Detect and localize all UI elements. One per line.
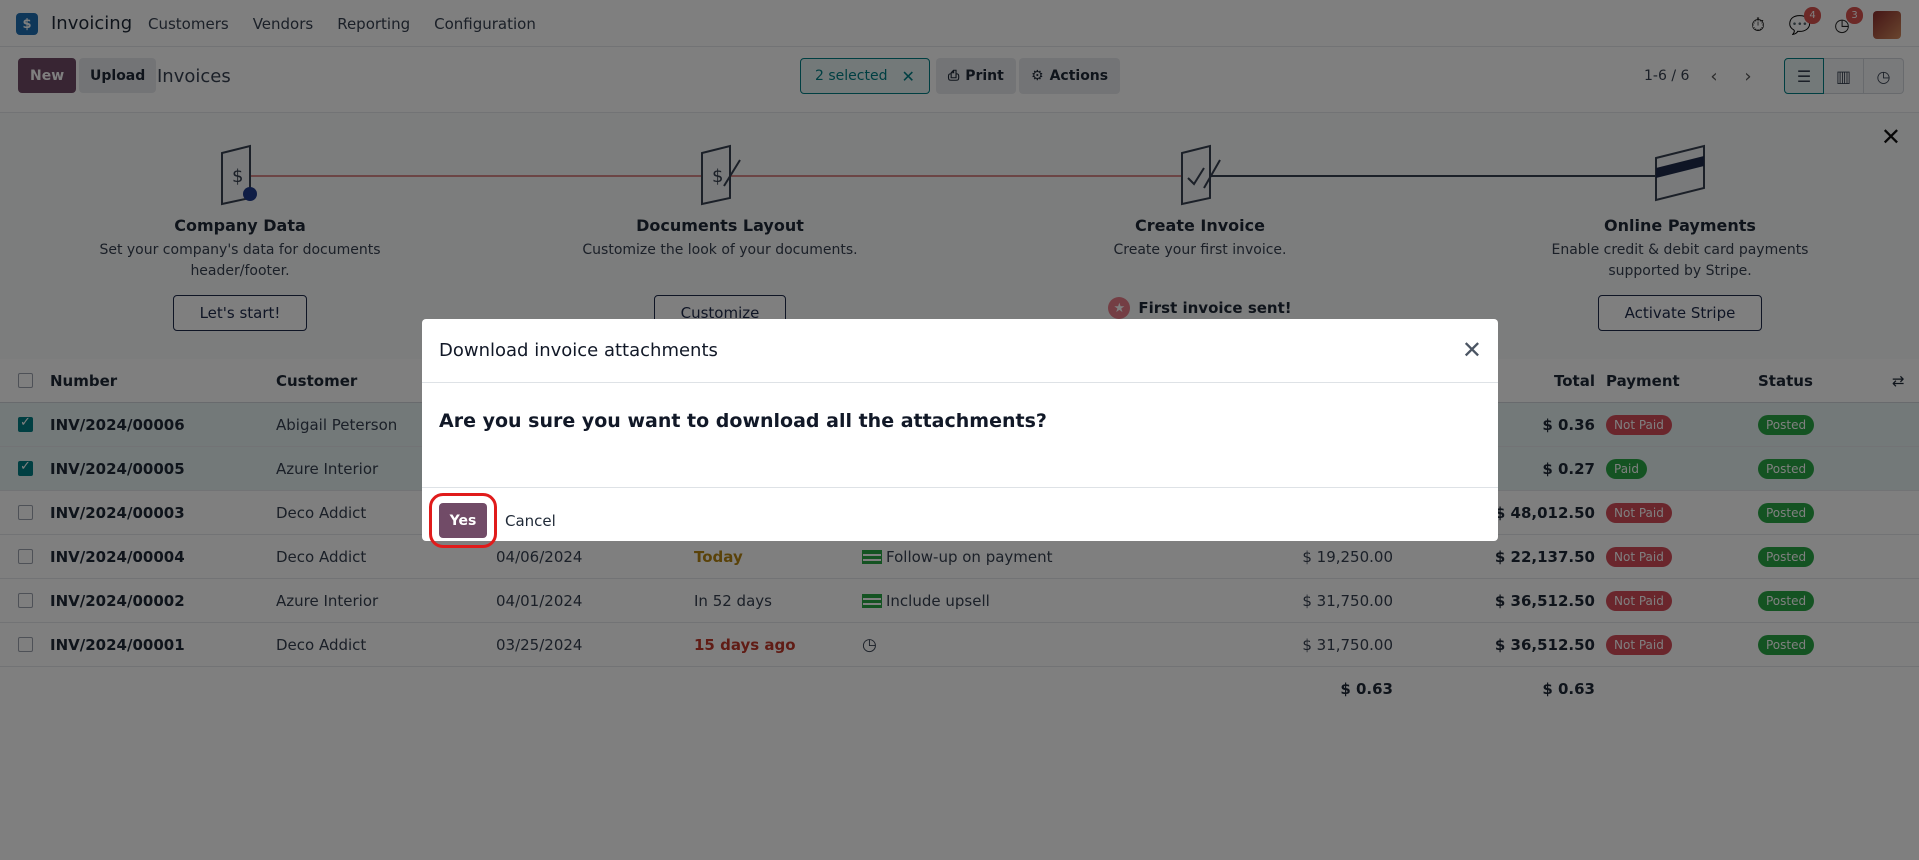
dialog-footer: Yes Cancel (422, 488, 1498, 548)
dialog-title: Download invoice attachments (439, 340, 718, 361)
dialog-header: Download invoice attachments ✕ (422, 319, 1498, 383)
cancel-button[interactable]: Cancel (505, 512, 556, 530)
confirm-dialog: Download invoice attachments ✕ Are you s… (422, 319, 1498, 548)
dialog-body: Are you sure you want to download all th… (422, 383, 1498, 488)
close-icon[interactable]: ✕ (1462, 336, 1482, 364)
dialog-question: Are you sure you want to download all th… (439, 410, 1047, 432)
yes-button[interactable]: Yes (429, 493, 497, 548)
